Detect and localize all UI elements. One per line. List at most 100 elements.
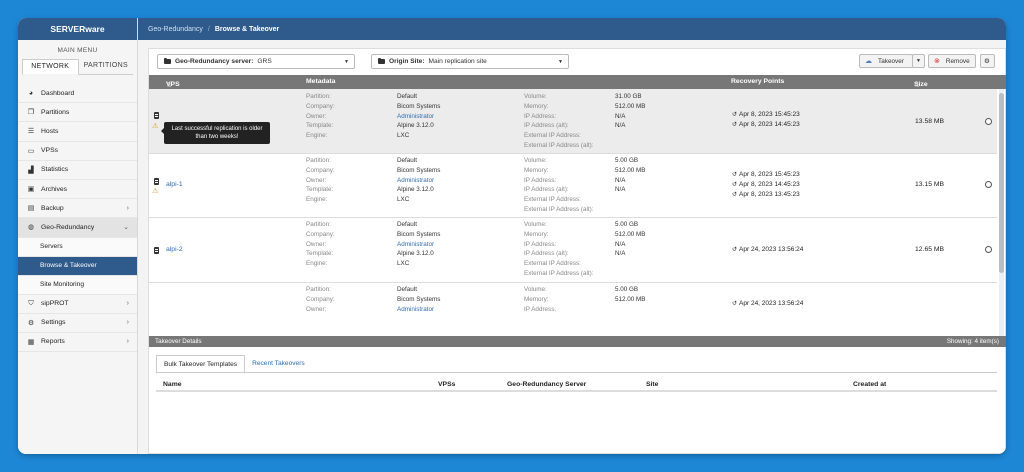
company-value: Bicom Systems [397, 166, 441, 174]
hosts-icon: ☰ [27, 128, 35, 136]
sidebar-item-vpss[interactable]: ▭ VPSs [18, 142, 137, 161]
scrollbar-thumb[interactable] [999, 93, 1004, 273]
company-value: Bicom Systems [397, 102, 441, 110]
history-icon: ↺ [732, 122, 738, 128]
meta-label: Company: [306, 295, 335, 303]
sort-icon: ⇅ [914, 82, 920, 89]
takeover-details-title: Takeover Details [155, 338, 202, 345]
table-row[interactable]: alpi-2 Partition: Company: Owner: Templa… [149, 218, 997, 283]
origin-site-select[interactable]: Origin Site: Main replication site ▼ [371, 54, 569, 69]
tab-network[interactable]: NETWORK [22, 59, 79, 75]
meta-label: External IP Address (alt): [524, 205, 594, 213]
sort-icon: ⇅ [166, 82, 172, 89]
history-icon: ↺ [732, 301, 738, 307]
breadcrumb-parent[interactable]: Geo-Redundancy [148, 26, 203, 33]
history-icon: ↺ [732, 247, 738, 253]
company-value: Bicom Systems [397, 230, 441, 238]
tab-partitions[interactable]: PARTITIONS [79, 59, 134, 74]
table-row[interactable]: Partition: Company: Owner: Default Bicom… [149, 283, 997, 336]
meta-label: Engine: [306, 132, 328, 140]
meta-label: Partition: [306, 93, 331, 100]
meta-label: External IP Address: [524, 196, 581, 204]
meta-label: Template: [306, 250, 334, 258]
monitor-icon: ▭ [27, 147, 35, 155]
table-row[interactable]: ⚠ alpi-1 Partition: Company: Owner: Temp… [149, 154, 997, 218]
partition-value: Default [397, 286, 417, 293]
ext-ip-alt-value: N/A [615, 122, 626, 130]
takeover-label: Takeover [878, 57, 904, 65]
owner-link[interactable]: Administrator [397, 305, 440, 315]
company-value: Bicom Systems [397, 295, 441, 303]
meta-label: Partition: [306, 221, 331, 228]
meta-label: Company: [306, 102, 335, 110]
partition-value: Default [397, 93, 417, 100]
template-value: Alpine 3.12.0 [397, 250, 434, 258]
sidebar-item-partitions[interactable]: ❐ Partitions [18, 103, 137, 123]
vps-name-link[interactable]: alpi-2 [166, 246, 183, 253]
remove-button[interactable]: ⊗ Remove [928, 54, 976, 68]
settings-button[interactable]: ⚙ [980, 54, 995, 68]
meta-label: IP Address: [524, 112, 557, 120]
col-metadata: Metadata [306, 78, 336, 85]
sidebar-item-settings[interactable]: ⚙ Settings › [18, 314, 137, 333]
sidebar: SERVERware MAIN MENU NETWORK PARTITIONS … [18, 18, 138, 454]
row-radio[interactable] [985, 246, 992, 253]
col-geo-server: Geo-Redundancy Server [507, 381, 587, 388]
size-value: 13.58 MB [915, 118, 945, 125]
sidebar-item-dashboard[interactable]: ◕ Dashboard [18, 84, 137, 104]
chevron-right-icon: › [126, 319, 129, 327]
row-radio[interactable] [985, 118, 992, 125]
owner-link[interactable]: Administrator [397, 112, 440, 122]
owner-link[interactable]: Administrator [397, 176, 440, 186]
main-panel: Geo-Redundancy server: GRS ▼ Origin Site… [148, 48, 1006, 454]
recovery-points: ↺ Apr 24, 2023 13:56:24 [732, 299, 803, 309]
meta-label: Company: [306, 166, 335, 174]
recovery-points: ↺ Apr 24, 2023 13:56:24 [732, 245, 803, 255]
meta-label: Memory: [524, 230, 549, 238]
breadcrumb: Geo-Redundancy / Browse & Takeover [138, 18, 1006, 40]
table-scrollbar[interactable] [999, 89, 1004, 336]
takeover-button[interactable]: ☁ Takeover [859, 54, 913, 68]
shield-icon: ⛉ [28, 299, 34, 307]
remove-icon: ⊗ [934, 58, 940, 65]
meta-label: IP Address: [524, 240, 557, 248]
sidebar-item-backup[interactable]: ▤ Backup › [18, 199, 137, 219]
history-icon: ↺ [732, 172, 738, 178]
history-icon: ↺ [732, 182, 738, 188]
geo-server-select[interactable]: Geo-Redundancy server: GRS ▼ [157, 54, 355, 69]
sidebar-subitem-browse-takeover[interactable]: Browse & Takeover [18, 256, 137, 276]
meta-labels: Partition: Company: Owner: Template: Eng… [306, 156, 335, 205]
table-row[interactable]: ⚠ Partition: Company: Owner: Template: E… [149, 89, 997, 154]
meta-label: External IP Address: [524, 260, 581, 268]
col-site: Site [646, 381, 659, 388]
ext-ip-alt-value: N/A [615, 250, 626, 258]
owner-link[interactable]: Administrator [397, 240, 440, 250]
sidebar-item-sipprot[interactable]: ⛉ sipPROT › [18, 295, 137, 314]
sidebar-item-label: Geo-Redundancy [41, 223, 95, 231]
row-radio[interactable] [985, 181, 992, 188]
meta-label: Engine: [306, 196, 328, 204]
sidebar-item-geo-redundancy[interactable]: ◍ Geo-Redundancy ⌄ [18, 218, 137, 238]
gear-icon: ⚙ [984, 58, 990, 65]
sidebar-subitem-servers[interactable]: Servers [18, 237, 137, 257]
sidebar-item-archives[interactable]: ▣ Archives [18, 180, 137, 200]
sidebar-item-hosts[interactable]: ☰ Hosts [18, 122, 137, 142]
meta-label: Volume: [524, 157, 547, 164]
meta-label: Memory: [524, 295, 549, 303]
col-vpss: VPSs [438, 381, 456, 388]
partition-value: Default [397, 221, 417, 228]
sidebar-item-statistics[interactable]: ▟ Statistics [18, 161, 137, 180]
meta-label: IP Address: [524, 176, 557, 184]
vps-name-link[interactable]: alpi-1 [166, 181, 183, 188]
partition-value: Default [397, 157, 417, 164]
sidebar-item-reports[interactable]: ▦ Reports › [18, 333, 137, 353]
caret-down-icon: ▼ [916, 58, 921, 64]
meta2-labels: Volume: Memory: IP Address: IP Address (… [524, 220, 594, 279]
meta-label: IP Address (alt): [524, 186, 569, 194]
server-icon [154, 112, 159, 119]
meta-label: Volume: [524, 286, 547, 293]
meta2-labels: Volume: Memory: IP Address: IP Address (… [524, 92, 594, 151]
ext-ip-alt-value: N/A [615, 186, 626, 194]
takeover-dropdown-button[interactable]: ▼ [912, 54, 925, 68]
sidebar-subitem-site-monitoring[interactable]: Site Monitoring [18, 275, 137, 295]
